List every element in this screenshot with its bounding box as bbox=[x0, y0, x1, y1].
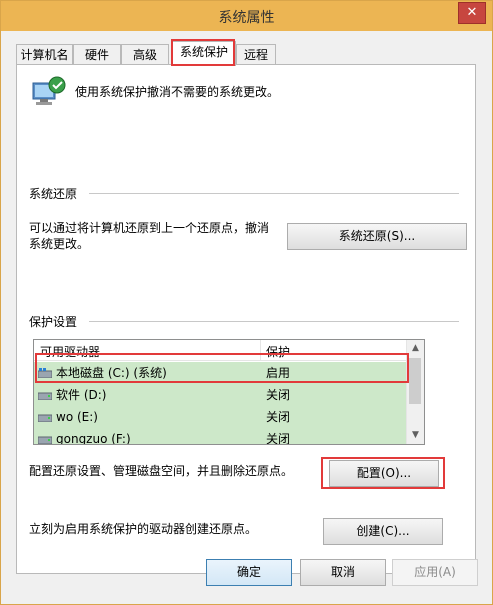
system-restore-divider bbox=[89, 193, 459, 194]
tab-computer-name[interactable]: 计算机名 bbox=[16, 44, 73, 64]
drive-row[interactable]: 软件 (D:) 关闭 bbox=[34, 384, 408, 406]
drive-protection-status: 关闭 bbox=[266, 432, 291, 445]
title-bar[interactable]: 系统属性 ✕ bbox=[1, 1, 492, 31]
protection-settings-divider bbox=[89, 321, 459, 322]
close-button[interactable]: ✕ bbox=[458, 2, 486, 24]
scrollbar-thumb[interactable] bbox=[409, 358, 421, 404]
system-restore-section-label: 系统还原 bbox=[29, 187, 78, 201]
system-protection-icon bbox=[32, 76, 66, 105]
drive-name: gongzuo (F:) bbox=[56, 432, 131, 445]
tab-hardware[interactable]: 硬件 bbox=[73, 44, 121, 64]
drive-icon bbox=[38, 414, 52, 422]
system-restore-description: 可以通过将计算机还原到上一个还原点，撤消系统更改。 bbox=[29, 221, 270, 251]
drive-row[interactable]: wo (E:) 关闭 bbox=[34, 406, 408, 428]
dialog-body: 计算机名 硬件 高级 系统保护 远程 使用系统保护撤消不需要的系统更改。 系统还… bbox=[8, 31, 485, 599]
scroll-down-icon[interactable]: ▼ bbox=[407, 427, 424, 444]
tab-advanced[interactable]: 高级 bbox=[121, 44, 169, 64]
system-properties-window: 系统属性 ✕ 计算机名 硬件 高级 系统保护 远程 使用系统保护撤消不需要的系统… bbox=[0, 0, 493, 605]
selected-drive-highlight-box bbox=[35, 353, 409, 383]
system-protection-panel: 使用系统保护撤消不需要的系统更改。 系统还原 可以通过将计算机还原到上一个还原点… bbox=[16, 64, 476, 574]
drive-protection-status: 关闭 bbox=[266, 388, 291, 402]
window-title: 系统属性 bbox=[218, 10, 275, 26]
create-button[interactable]: 创建(C)... bbox=[323, 518, 443, 545]
configure-highlight-box bbox=[321, 457, 445, 489]
drive-protection-status: 关闭 bbox=[266, 410, 291, 424]
system-restore-button[interactable]: 系统还原(S)... bbox=[287, 223, 467, 250]
scroll-up-icon[interactable]: ▲ bbox=[407, 340, 424, 357]
create-description: 立刻为启用系统保护的驱动器创建还原点。 bbox=[29, 522, 258, 536]
tab-remote[interactable]: 远程 bbox=[236, 44, 276, 64]
tab-highlight-box bbox=[171, 39, 235, 66]
drive-icon bbox=[38, 392, 52, 400]
drive-name: wo (E:) bbox=[56, 410, 98, 424]
ok-button[interactable]: 确定 bbox=[206, 559, 292, 586]
configure-description: 配置还原设置、管理磁盘空间，并且删除还原点。 bbox=[29, 464, 294, 478]
drive-row[interactable]: gongzuo (F:) 关闭 bbox=[34, 428, 408, 445]
protection-settings-section-label: 保护设置 bbox=[29, 315, 78, 329]
intro-text: 使用系统保护撤消不需要的系统更改。 bbox=[75, 85, 280, 99]
apply-button[interactable]: 应用(A) bbox=[392, 559, 478, 586]
drive-icon bbox=[38, 436, 52, 444]
cancel-button[interactable]: 取消 bbox=[300, 559, 386, 586]
drive-name: 软件 (D:) bbox=[56, 388, 107, 402]
